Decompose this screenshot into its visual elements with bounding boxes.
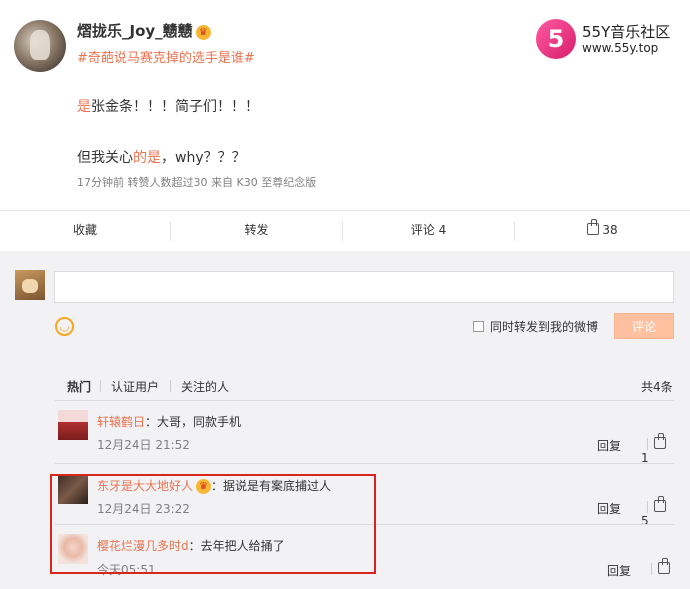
thumbs-up-icon	[654, 433, 666, 449]
comment-line: 东牙是大大地好人 ♛ ：据说是有案底捕过人	[97, 477, 331, 494]
repost-button[interactable]: 转发	[171, 211, 342, 251]
author-avatar[interactable]	[14, 20, 66, 72]
comment-time: 12月24日 23:22	[97, 502, 190, 516]
favorite-button[interactable]: 收藏	[0, 211, 170, 251]
highlight-text: 是	[77, 99, 91, 115]
comment-item: 樱花烂漫几多时d：去年把人给捅了 今天05:51 回复	[55, 532, 674, 582]
author-username[interactable]: 熠拢乐_Joy_戆戆 ♛	[77, 20, 211, 41]
favorite-label: 收藏	[72, 223, 97, 237]
commenter-avatar[interactable]	[58, 474, 88, 504]
repost-label: 转发	[244, 223, 269, 237]
comment-text: ：据说是有案底捕过人	[211, 479, 332, 493]
like-count: 38	[602, 223, 618, 237]
divider	[170, 380, 171, 392]
logo-url: www.55y.top	[582, 41, 659, 55]
topic-link[interactable]: #奇葩说马赛克掉的选手是谁#	[77, 47, 255, 66]
divider	[647, 438, 648, 450]
post-card: 熠拢乐_Joy_戆戆 ♛ #奇葩说马赛克掉的选手是谁# 是张金条！！！简子们！！！…	[0, 0, 690, 251]
highlight-text: 的是	[133, 150, 161, 166]
post-actions: 收藏 转发 评论 4 38	[0, 210, 690, 250]
post-text: ，why？？？	[161, 150, 246, 166]
reply-button[interactable]: 回复	[597, 437, 621, 454]
commenter-name[interactable]: 轩辕鹤日	[97, 415, 145, 429]
comment-label: 评论 4	[410, 223, 447, 237]
tab-verified-users[interactable]: 认证用户	[111, 378, 159, 395]
vip-badge-icon: ♛	[196, 479, 212, 494]
comment-time: 今天05:51	[97, 563, 156, 577]
comment-button[interactable]: 评论 4	[343, 211, 514, 251]
divider	[100, 380, 101, 392]
watermark-logo: 5 55Y音乐社区 www.55y.top	[536, 19, 681, 63]
divider	[55, 463, 674, 464]
author-name[interactable]: 熠拢乐_Joy_戆戆	[77, 22, 193, 40]
logo-title: 55Y音乐社区	[582, 23, 671, 41]
comment-time: 12月24日 21:52	[97, 438, 190, 452]
logo-mark: 5	[536, 19, 576, 59]
tab-following[interactable]: 关注的人	[181, 378, 229, 395]
comment-like-button[interactable]: 1	[641, 433, 674, 465]
commenter-avatar[interactable]	[58, 534, 88, 564]
vip-badge-icon: ♛	[195, 25, 211, 40]
submit-comment-button[interactable]: 评论	[614, 313, 674, 339]
commenter-name[interactable]: 东牙是大大地好人	[97, 479, 193, 493]
comment-line: 轩辕鹤日：大哥，同款手机	[97, 413, 241, 430]
post-text: 但我关心	[77, 150, 133, 166]
divider	[55, 400, 674, 401]
post-meta: 17分钟前 转赞人数超过30 来自 K30 至尊纪念版	[77, 176, 317, 189]
comment-item: 东牙是大大地好人 ♛ ：据说是有案底捕过人 12月24日 23:22 回复 5	[55, 472, 674, 528]
thumbs-up-icon	[658, 558, 670, 574]
repost-checkbox[interactable]	[473, 321, 484, 332]
divider	[651, 563, 652, 575]
tab-hot[interactable]: 热门	[67, 378, 91, 395]
repost-checkbox-label: 同时转发到我的微博	[490, 320, 599, 334]
post-text-line1: 是张金条！！！简子们！！！	[77, 96, 259, 116]
commenter-name[interactable]: 樱花烂漫几多时d	[97, 539, 189, 553]
comment-text: ：大哥，同款手机	[145, 415, 242, 429]
comment-count: 共4条	[641, 380, 673, 394]
like-button[interactable]: 38	[515, 211, 690, 251]
comment-like-count: 5	[641, 514, 649, 528]
comment-item: 轩辕鹤日：大哥，同款手机 12月24日 21:52 回复 1	[55, 408, 674, 465]
comment-like-button[interactable]	[645, 558, 673, 576]
post-text-line2: 但我关心的是，why？？？	[77, 147, 246, 167]
reply-button[interactable]: 回复	[607, 562, 631, 579]
current-user-avatar	[15, 270, 45, 300]
emoji-icon[interactable]: ◡	[55, 317, 74, 336]
divider	[55, 524, 674, 525]
thumbs-up-icon	[654, 496, 666, 512]
reply-button[interactable]: 回复	[597, 500, 621, 517]
divider	[647, 501, 648, 513]
commenter-avatar[interactable]	[58, 410, 88, 440]
comment-line: 樱花烂漫几多时d：去年把人给捅了	[97, 537, 285, 554]
thumbs-up-icon	[587, 219, 600, 235]
comment-text: ：去年把人给捅了	[188, 539, 285, 553]
post-text: 张金条！！！简子们！！！	[91, 99, 259, 115]
comment-input[interactable]	[54, 271, 674, 303]
